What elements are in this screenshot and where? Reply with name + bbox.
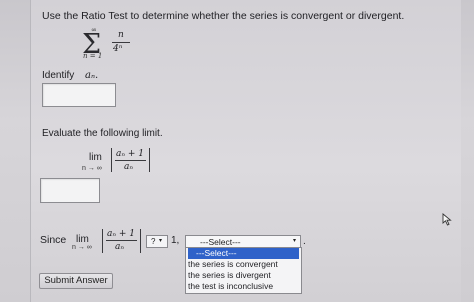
mouse-cursor-icon (442, 213, 454, 231)
series-denominator: 4ⁿ (113, 44, 123, 54)
since-label: Since (40, 234, 67, 246)
trailing-period: . (303, 236, 306, 247)
limit-input[interactable] (40, 178, 100, 203)
limit-lim: lim (89, 152, 102, 163)
comparison-select[interactable]: ? ▾ (146, 235, 168, 248)
abs-bar-right (149, 148, 150, 172)
abs-bar-left (111, 148, 112, 172)
since-denominator: aₙ (115, 242, 125, 252)
limit-subscript: n → ∞ (82, 165, 102, 172)
since-numerator: aₙ + 1 (107, 229, 136, 239)
since-one: 1, (171, 235, 180, 246)
series-numerator: n (118, 30, 124, 40)
since-abs-bar-right (140, 229, 141, 253)
an-input[interactable] (42, 83, 116, 107)
question-text: Use the Ratio Test to determine whether … (42, 10, 405, 22)
limit-denominator: aₙ (124, 162, 134, 172)
limit-fraction-line (115, 160, 146, 161)
submit-answer-button[interactable]: Submit Answer (39, 273, 113, 289)
identify-symbol: aₙ. (85, 70, 99, 81)
option-convergent[interactable]: the series is convergent (188, 259, 299, 270)
option-divergent[interactable]: the series is divergent (188, 270, 299, 281)
since-fraction-line (106, 240, 137, 241)
conclusion-options-list: ---Select--- the series is convergent th… (185, 247, 302, 294)
since-abs-bar-left (102, 229, 103, 253)
option-select[interactable]: ---Select--- (188, 248, 299, 259)
option-inconclusive[interactable]: the test is inconclusive (188, 281, 299, 292)
evaluate-label: Evaluate the following limit. (42, 128, 163, 139)
comparison-chevron-down-icon: ▾ (159, 238, 163, 244)
series-lower-limit: n = 1 (83, 52, 103, 60)
conclusion-selected: ---Select--- (200, 237, 241, 247)
identify-label: Identify (42, 70, 75, 81)
since-subscript: n → ∞ (72, 244, 92, 251)
limit-numerator: aₙ + 1 (116, 149, 145, 159)
comparison-value: ? (151, 237, 156, 246)
chevron-down-icon: ▾ (292, 238, 296, 244)
series-fraction-line (112, 42, 130, 43)
